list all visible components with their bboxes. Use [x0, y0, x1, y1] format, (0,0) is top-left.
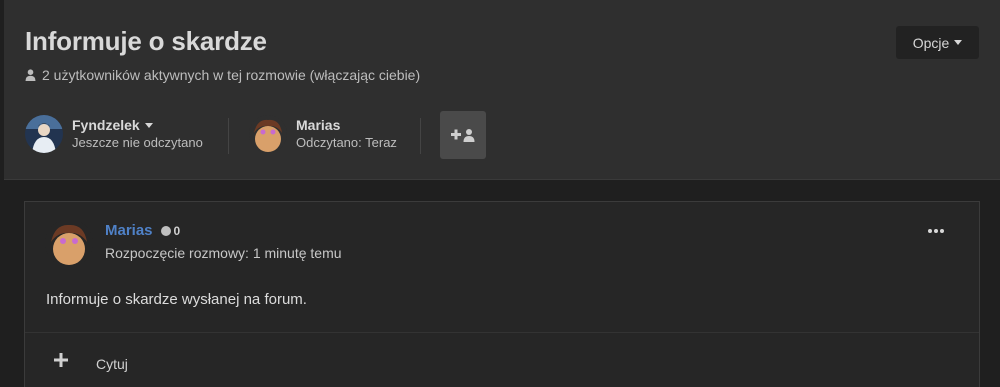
- user-icon: [25, 69, 36, 81]
- conversation-header: Informuje o skardze 2 użytkowników aktyw…: [4, 0, 1000, 180]
- add-participant-icon: [451, 129, 475, 142]
- reputation-dot-icon: [160, 225, 171, 236]
- participant-fyndzelek[interactable]: Fyndzelek Jeszcze nie odczytano: [25, 115, 203, 153]
- avatar[interactable]: [45, 219, 93, 267]
- options-label: Opcje: [912, 34, 950, 51]
- more-options-icon[interactable]: [928, 224, 948, 238]
- active-users-info: 2 użytkowników aktywnych w tej rozmowie …: [25, 67, 420, 83]
- author-name-link[interactable]: Marias: [105, 222, 153, 239]
- conversation-post: Marias 0 Rozpoczęcie rozmowy: 1 minutę t…: [24, 201, 980, 387]
- divider: [25, 332, 979, 333]
- participant-name[interactable]: Marias: [296, 116, 397, 134]
- plus-icon[interactable]: [54, 353, 68, 367]
- avatar-image: [25, 115, 63, 153]
- divider: [420, 118, 421, 154]
- participant-name[interactable]: Fyndzelek: [72, 116, 203, 134]
- avatar-image: [249, 115, 287, 153]
- post-author: Marias 0: [105, 222, 180, 239]
- avatar-image: [45, 219, 93, 267]
- quote-button[interactable]: Cytuj: [96, 356, 128, 372]
- participant-status: Jeszcze nie odczytano: [72, 135, 203, 150]
- caret-down-icon[interactable]: [144, 122, 153, 128]
- add-participant-button[interactable]: [440, 111, 486, 159]
- participant-name-link[interactable]: Fyndzelek: [72, 116, 140, 134]
- options-button[interactable]: Opcje: [896, 26, 979, 59]
- active-users-text: 2 użytkowników aktywnych w tej rozmowie …: [42, 67, 421, 83]
- post-body: Informuje o skardze wysłanej na forum.: [46, 291, 307, 308]
- reputation-badge[interactable]: 0: [160, 223, 181, 238]
- participant-marias[interactable]: Marias Odczytano: Teraz: [249, 115, 397, 153]
- caret-down-icon: [954, 40, 963, 45]
- post-date: Rozpoczęcie rozmowy: 1 minutę temu: [105, 245, 342, 261]
- participant-status: Odczytano: Teraz: [296, 135, 397, 150]
- page-title: Informuje o skardze: [25, 26, 267, 56]
- divider: [228, 118, 229, 154]
- avatar[interactable]: [25, 115, 63, 153]
- reputation-value: 0: [173, 223, 181, 238]
- avatar[interactable]: [249, 115, 287, 153]
